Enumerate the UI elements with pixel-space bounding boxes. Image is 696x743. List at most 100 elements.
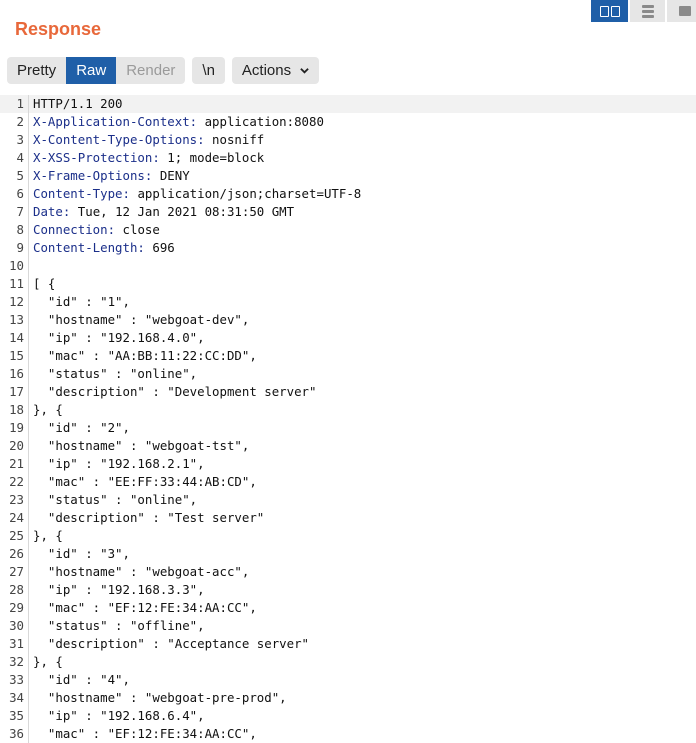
- line-number: 8: [0, 221, 29, 239]
- code-line: 25}, {: [0, 527, 696, 545]
- actions-menu-button[interactable]: Actions: [231, 57, 320, 84]
- line-content: "hostname" : "webgoat-tst",: [29, 437, 249, 455]
- line-content: X-Content-Type-Options: nosniff: [29, 131, 264, 149]
- code-line: 35 "ip" : "192.168.6.4",: [0, 707, 696, 725]
- code-line: 33 "id" : "4",: [0, 671, 696, 689]
- line-number: 12: [0, 293, 29, 311]
- line-content: Content-Length: 696: [29, 239, 175, 257]
- line-content: "mac" : "AA:BB:11:22:CC:DD",: [29, 347, 257, 365]
- line-content: [29, 257, 33, 275]
- render-button[interactable]: Render: [116, 57, 185, 84]
- body-text: }, {: [33, 528, 63, 543]
- line-number: 30: [0, 617, 29, 635]
- header-value: application:8080: [197, 114, 324, 129]
- code-line: 2 X-Application-Context: application:8080: [0, 113, 696, 131]
- body-text: "id" : "3",: [33, 546, 130, 561]
- header-value: 1; mode=block: [159, 150, 265, 165]
- line-content: "ip" : "192.168.4.0",: [29, 329, 205, 347]
- single-pane-icon: [678, 6, 691, 16]
- line-content: X-Frame-Options: DENY: [29, 167, 190, 185]
- body-text: "description" : "Development server": [33, 384, 317, 399]
- body-text: "hostname" : "webgoat-acc",: [33, 564, 250, 579]
- body-text: "ip" : "192.168.6.4",: [33, 708, 205, 723]
- split-rows-view-button[interactable]: [628, 0, 665, 22]
- line-number: 13: [0, 311, 29, 329]
- header-name: Connection:: [33, 222, 116, 237]
- code-line: 5 X-Frame-Options: DENY: [0, 167, 696, 185]
- line-content: "mac" : "EF:12:FE:34:AA:CC",: [29, 725, 257, 743]
- line-number: 35: [0, 707, 29, 725]
- code-line: 32}, {: [0, 653, 696, 671]
- body-text: "hostname" : "webgoat-dev",: [33, 312, 250, 327]
- line-number: 29: [0, 599, 29, 617]
- raw-button[interactable]: Raw: [66, 57, 117, 84]
- line-number: 17: [0, 383, 29, 401]
- line-number: 14: [0, 329, 29, 347]
- single-pane-view-button[interactable]: [665, 0, 696, 22]
- code-line: 13 "hostname" : "webgoat-dev",: [0, 311, 696, 329]
- chevron-down-icon: [300, 68, 309, 74]
- line-content: Connection: close: [29, 221, 160, 239]
- line-number: 31: [0, 635, 29, 653]
- code-line: 8 Connection: close: [0, 221, 696, 239]
- body-text: "id" : "2",: [33, 420, 130, 435]
- line-content: X-XSS-Protection: 1; mode=block: [29, 149, 264, 167]
- body-text: "mac" : "EF:12:FE:34:AA:CC",: [33, 726, 257, 741]
- code-line: 1 HTTP/1.1 200: [0, 95, 696, 113]
- code-line: 23 "status" : "online",: [0, 491, 696, 509]
- line-number: 32: [0, 653, 29, 671]
- line-number: 20: [0, 437, 29, 455]
- body-text: "id" : "4",: [33, 672, 130, 687]
- line-content: "status" : "online",: [29, 491, 197, 509]
- line-content: "hostname" : "webgoat-dev",: [29, 311, 249, 329]
- header-name: Content-Type:: [33, 186, 130, 201]
- header-value: Tue, 12 Jan 2021 08:31:50 GMT: [70, 204, 295, 219]
- line-number: 4: [0, 149, 29, 167]
- header-value: DENY: [152, 168, 190, 183]
- line-number: 33: [0, 671, 29, 689]
- line-content: "id" : "4",: [29, 671, 130, 689]
- line-content: X-Application-Context: application:8080: [29, 113, 324, 131]
- code-line: 15 "mac" : "AA:BB:11:22:CC:DD",: [0, 347, 696, 365]
- body-text: "mac" : "AA:BB:11:22:CC:DD",: [33, 348, 257, 363]
- pretty-button[interactable]: Pretty: [7, 57, 66, 84]
- line-content: "description" : "Development server": [29, 383, 317, 401]
- header-name: Content-Length:: [33, 240, 145, 255]
- line-number: 27: [0, 563, 29, 581]
- header-value: 696: [144, 240, 175, 255]
- body-text: [ {: [33, 276, 56, 291]
- code-line: 16 "status" : "online",: [0, 365, 696, 383]
- actions-label: Actions: [241, 62, 292, 79]
- code-line: 11 [ {: [0, 275, 696, 293]
- line-number: 7: [0, 203, 29, 221]
- line-number: 24: [0, 509, 29, 527]
- line-content: "description" : "Acceptance server": [29, 635, 309, 653]
- raw-response-editor[interactable]: 1 HTTP/1.1 200 2 X-Application-Context: app…: [0, 95, 696, 743]
- code-line: 17 "description" : "Development server": [0, 383, 696, 401]
- line-number: 6: [0, 185, 29, 203]
- code-line: 21 "ip" : "192.168.2.1",: [0, 455, 696, 473]
- split-columns-view-button[interactable]: [591, 0, 628, 22]
- line-content: "id" : "2",: [29, 419, 130, 437]
- line-content: "hostname" : "webgoat-acc",: [29, 563, 249, 581]
- body-text: HTTP/1.1 200: [33, 96, 123, 111]
- code-line: 31 "description" : "Acceptance server": [0, 635, 696, 653]
- body-text: "hostname" : "webgoat-tst",: [33, 438, 250, 453]
- code-line: 26 "id" : "3",: [0, 545, 696, 563]
- body-text: "status" : "online",: [33, 366, 198, 381]
- code-line: 34 "hostname" : "webgoat-pre-prod",: [0, 689, 696, 707]
- body-text: "ip" : "192.168.4.0",: [33, 330, 205, 345]
- line-number: 21: [0, 455, 29, 473]
- body-text: }, {: [33, 402, 63, 417]
- line-content: HTTP/1.1 200: [29, 95, 123, 113]
- line-content: "description" : "Test server": [29, 509, 264, 527]
- body-text: "id" : "1",: [33, 294, 130, 309]
- show-newlines-button[interactable]: \n: [192, 57, 225, 84]
- line-content: "mac" : "EF:12:FE:34:AA:CC",: [29, 599, 257, 617]
- code-line: 36 "mac" : "EF:12:FE:34:AA:CC",: [0, 725, 696, 743]
- line-number: 10: [0, 257, 29, 275]
- code-line: 7 Date: Tue, 12 Jan 2021 08:31:50 GMT: [0, 203, 696, 221]
- code-line: 27 "hostname" : "webgoat-acc",: [0, 563, 696, 581]
- body-text: "description" : "Test server": [33, 510, 265, 525]
- line-number: 19: [0, 419, 29, 437]
